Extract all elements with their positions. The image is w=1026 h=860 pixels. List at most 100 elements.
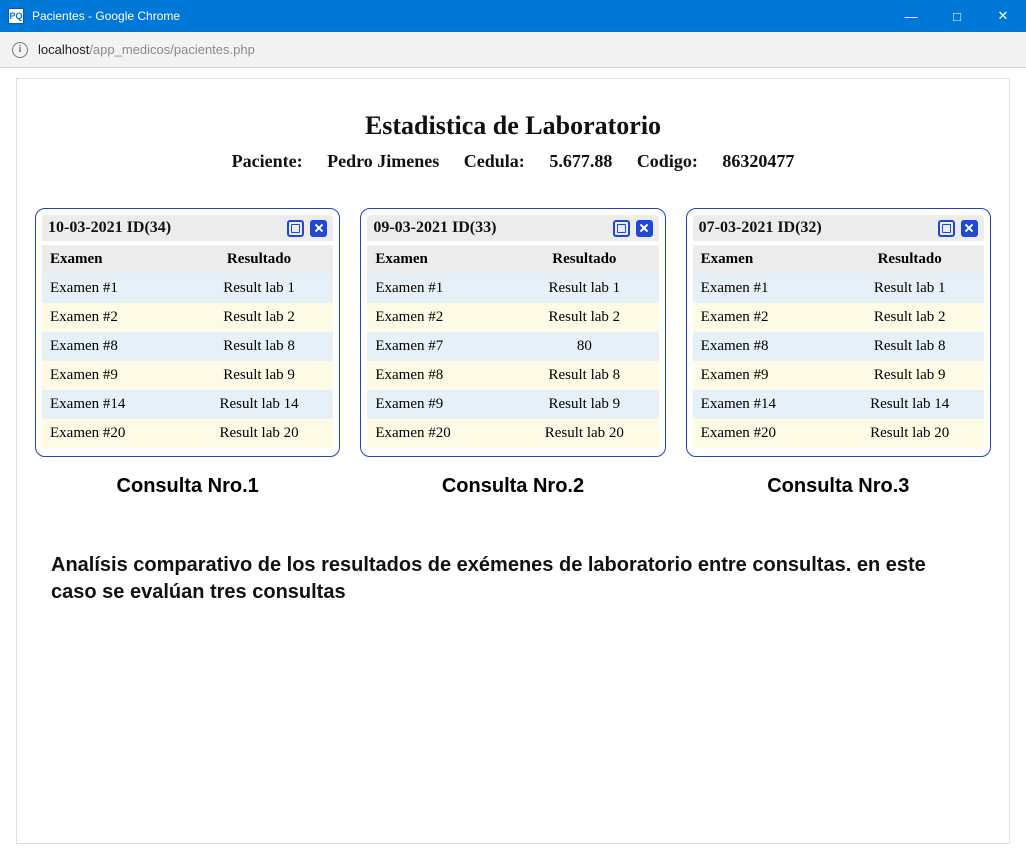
table-row: Examen #9Result lab 9 <box>367 390 658 419</box>
window-maximize-button[interactable]: □ <box>934 0 980 32</box>
consulta-card-icons <box>287 220 327 237</box>
browser-addressbar: i localhost/app_medicos/pacientes.php <box>0 32 1026 68</box>
patient-info: Paciente: Pedro Jimenes Cedula: 5.677.88… <box>35 151 991 172</box>
cell-exam: Examen #7 <box>367 332 510 361</box>
codigo-label: Codigo: <box>637 151 698 171</box>
table-row: Examen #1Result lab 1 <box>367 274 658 303</box>
window-close-button[interactable]: ✕ <box>980 0 1026 32</box>
cell-exam: Examen #14 <box>693 390 836 419</box>
cell-exam: Examen #2 <box>367 303 510 332</box>
cell-result: Result lab 8 <box>185 332 334 361</box>
cell-exam: Examen #20 <box>693 419 836 448</box>
analysis-text: Analísis comparativo de los resultados d… <box>35 552 991 606</box>
site-info-icon[interactable]: i <box>12 42 28 58</box>
close-icon[interactable] <box>310 220 327 237</box>
cell-exam: Examen #2 <box>42 303 185 332</box>
cell-result: Result lab 20 <box>510 419 659 448</box>
table-row: Examen #20Result lab 20 <box>42 419 333 448</box>
consulta-column: 09-03-2021 ID(33)ExamenResultadoExamen #… <box>360 208 665 498</box>
cell-result: Result lab 9 <box>185 361 334 390</box>
table-row: Examen #2Result lab 2 <box>693 303 984 332</box>
table-row: Examen #8Result lab 8 <box>367 361 658 390</box>
cell-exam: Examen #9 <box>367 390 510 419</box>
url-path: /app_medicos/pacientes.php <box>89 42 255 57</box>
consulta-table: ExamenResultadoExamen #1Result lab 1Exam… <box>367 245 658 448</box>
cell-result: Result lab 2 <box>510 303 659 332</box>
cell-result: Result lab 1 <box>185 274 334 303</box>
cell-result: Result lab 20 <box>835 419 984 448</box>
cell-exam: Examen #1 <box>42 274 185 303</box>
window-titlebar: PQ Pacientes - Google Chrome — □ ✕ <box>0 0 1026 32</box>
patient-name: Pedro Jimenes <box>327 151 439 171</box>
cell-exam: Examen #2 <box>693 303 836 332</box>
col-exam-header: Examen <box>42 245 185 274</box>
cell-exam: Examen #20 <box>42 419 185 448</box>
col-result-header: Resultado <box>185 245 334 274</box>
cell-exam: Examen #9 <box>693 361 836 390</box>
maximize-icon[interactable] <box>613 220 630 237</box>
consulta-caption: Consulta Nro.2 <box>360 475 665 498</box>
consulta-table: ExamenResultadoExamen #1Result lab 1Exam… <box>42 245 333 448</box>
table-row: Examen #780 <box>367 332 658 361</box>
close-icon[interactable] <box>636 220 653 237</box>
patient-label: Paciente: <box>232 151 303 171</box>
consulta-card: 07-03-2021 ID(32)ExamenResultadoExamen #… <box>686 208 991 457</box>
consulta-caption: Consulta Nro.1 <box>35 475 340 498</box>
consulta-column: 10-03-2021 ID(34)ExamenResultadoExamen #… <box>35 208 340 498</box>
url-display[interactable]: localhost/app_medicos/pacientes.php <box>38 42 255 57</box>
consulta-card-title: 07-03-2021 ID(32) <box>699 219 822 237</box>
table-row: Examen #20Result lab 20 <box>693 419 984 448</box>
consulta-caption: Consulta Nro.3 <box>686 475 991 498</box>
table-row: Examen #14Result lab 14 <box>42 390 333 419</box>
col-exam-header: Examen <box>367 245 510 274</box>
page-content: Estadistica de Laboratorio Paciente: Ped… <box>16 78 1010 844</box>
consulta-table: ExamenResultadoExamen #1Result lab 1Exam… <box>693 245 984 448</box>
maximize-icon[interactable] <box>938 220 955 237</box>
cell-exam: Examen #8 <box>693 332 836 361</box>
consulta-card: 10-03-2021 ID(34)ExamenResultadoExamen #… <box>35 208 340 457</box>
table-row: Examen #8Result lab 8 <box>42 332 333 361</box>
col-exam-header: Examen <box>693 245 836 274</box>
maximize-icon[interactable] <box>287 220 304 237</box>
cell-result: Result lab 14 <box>185 390 334 419</box>
page-viewport: Estadistica de Laboratorio Paciente: Ped… <box>0 68 1026 860</box>
url-host: localhost <box>38 42 89 57</box>
cell-result: Result lab 9 <box>510 390 659 419</box>
table-row: Examen #9Result lab 9 <box>42 361 333 390</box>
page-title: Estadistica de Laboratorio <box>35 111 991 141</box>
col-result-header: Resultado <box>510 245 659 274</box>
close-icon[interactable] <box>961 220 978 237</box>
table-row: Examen #20Result lab 20 <box>367 419 658 448</box>
consulta-card: 09-03-2021 ID(33)ExamenResultadoExamen #… <box>360 208 665 457</box>
table-row: Examen #9Result lab 9 <box>693 361 984 390</box>
window-minimize-button[interactable]: — <box>888 0 934 32</box>
cell-result: Result lab 8 <box>835 332 984 361</box>
cell-exam: Examen #14 <box>42 390 185 419</box>
window-controls: — □ ✕ <box>888 0 1026 32</box>
consulta-card-title: 09-03-2021 ID(33) <box>373 219 496 237</box>
cell-result: 80 <box>510 332 659 361</box>
table-row: Examen #8Result lab 8 <box>693 332 984 361</box>
consulta-card-icons <box>938 220 978 237</box>
cell-exam: Examen #20 <box>367 419 510 448</box>
cell-result: Result lab 20 <box>185 419 334 448</box>
cell-result: Result lab 9 <box>835 361 984 390</box>
window-title: Pacientes - Google Chrome <box>32 9 180 23</box>
cell-result: Result lab 2 <box>835 303 984 332</box>
consulta-card-header: 10-03-2021 ID(34) <box>42 215 333 241</box>
table-row: Examen #1Result lab 1 <box>42 274 333 303</box>
codigo-value: 86320477 <box>722 151 794 171</box>
col-result-header: Resultado <box>835 245 984 274</box>
consulta-card-icons <box>613 220 653 237</box>
cedula-label: Cedula: <box>464 151 525 171</box>
cell-exam: Examen #1 <box>367 274 510 303</box>
table-row: Examen #2Result lab 2 <box>367 303 658 332</box>
cell-exam: Examen #8 <box>42 332 185 361</box>
cell-exam: Examen #8 <box>367 361 510 390</box>
cell-result: Result lab 14 <box>835 390 984 419</box>
cell-result: Result lab 8 <box>510 361 659 390</box>
consultas-row: 10-03-2021 ID(34)ExamenResultadoExamen #… <box>35 208 991 498</box>
cedula-value: 5.677.88 <box>549 151 612 171</box>
table-row: Examen #2Result lab 2 <box>42 303 333 332</box>
cell-result: Result lab 1 <box>835 274 984 303</box>
